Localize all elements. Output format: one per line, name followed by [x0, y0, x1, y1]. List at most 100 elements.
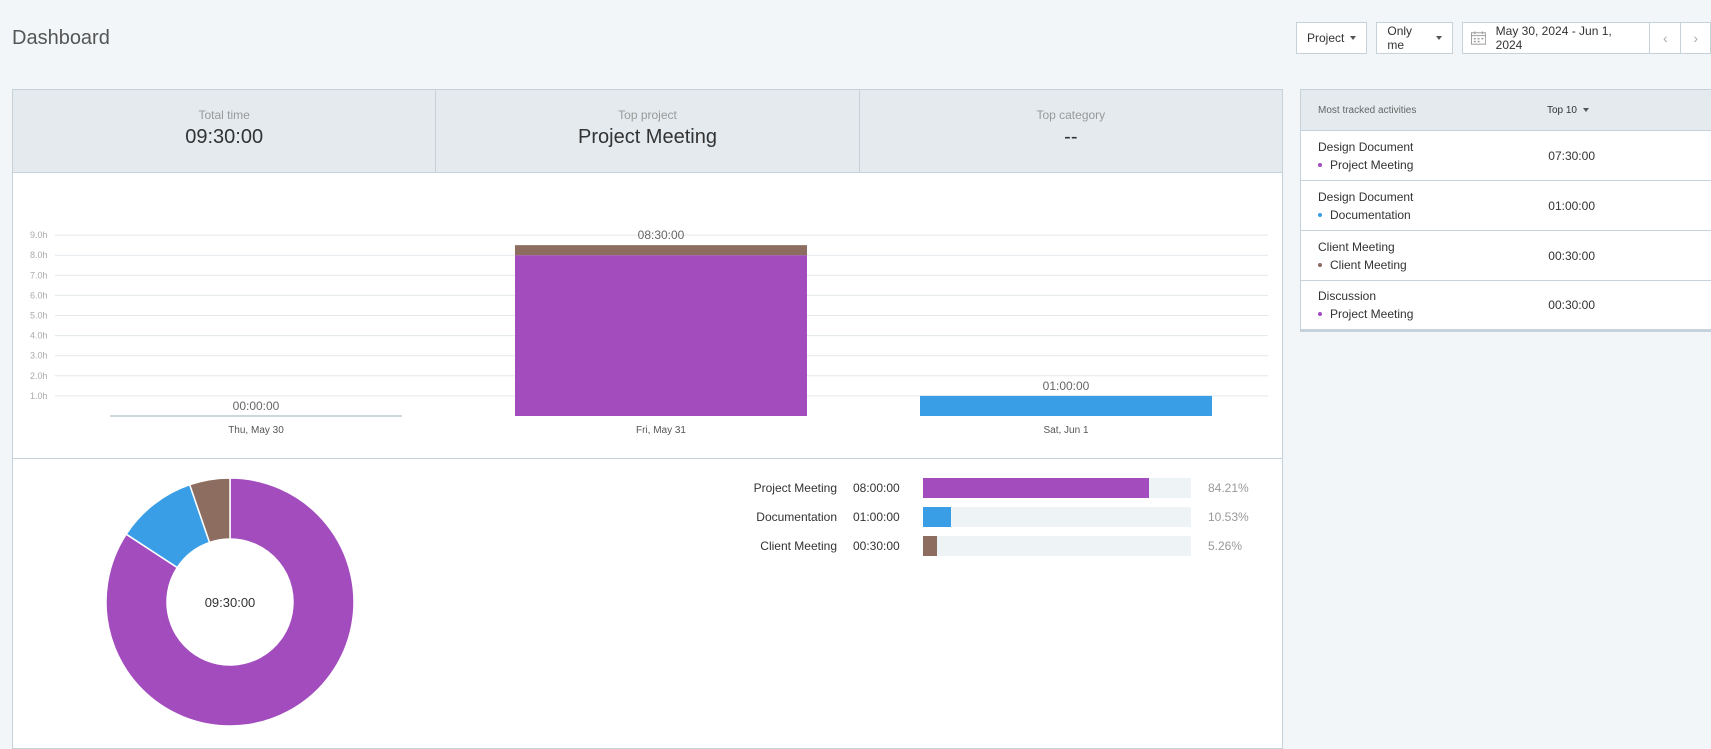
y-tick-label: 5.0h — [30, 311, 48, 321]
project-color-dot — [1318, 213, 1322, 217]
activity-info: Discussion Project Meeting — [1318, 289, 1413, 321]
most-tracked-activities-panel: Most tracked activities Top 10 Design Do… — [1300, 89, 1711, 332]
caret-down-icon — [1350, 36, 1356, 40]
dashboard-panel: Total time 09:30:00 Top project Project … — [12, 89, 1283, 749]
y-tick-label: 1.0h — [30, 391, 48, 401]
top-count-dropdown[interactable]: Top 10 — [1547, 105, 1589, 116]
breakdown-bar-fill — [923, 507, 951, 527]
date-range-picker: May 30, 2024 - Jun 1, 2024 ‹ › — [1462, 22, 1711, 54]
activity-project-name: Documentation — [1330, 208, 1411, 222]
activities-title: Most tracked activities — [1318, 105, 1416, 116]
activities-header: Most tracked activities Top 10 — [1301, 90, 1711, 131]
y-tick-label: 7.0h — [30, 270, 48, 280]
breakdown-time: 01:00:00 — [853, 510, 923, 524]
project-color-dot — [1318, 312, 1322, 316]
bar-total-label: 01:00:00 — [1043, 379, 1090, 393]
breakdown-time: 00:30:00 — [853, 539, 923, 553]
breakdown-row[interactable]: Project Meeting08:00:0084.21% — [673, 477, 1249, 499]
user-filter-dropdown[interactable]: Only me — [1376, 22, 1452, 54]
stat-label: Top project — [436, 108, 858, 122]
top-count-label: Top 10 — [1547, 105, 1577, 116]
bar-segment-client-meeting[interactable] — [515, 245, 807, 255]
stat-top-category: Top category -- — [860, 90, 1282, 172]
y-tick-label: 8.0h — [30, 250, 48, 260]
bar-segment-documentation[interactable] — [920, 396, 1212, 416]
activity-project-name: Client Meeting — [1330, 258, 1407, 272]
activity-item[interactable]: Discussion Project Meeting 00:30:00 — [1301, 281, 1711, 331]
previous-range-button[interactable]: ‹ — [1650, 23, 1681, 53]
daily-bar-chart: 1.0h 2.0h 3.0h 4.0h 5.0h 6.0h 7.0h 8.0h 9.0h 00:0… — [13, 173, 1282, 458]
activity-title: Client Meeting — [1318, 240, 1407, 254]
activity-time: 01:00:00 — [1548, 199, 1595, 213]
project-donut-chart: 09:30:00 — [105, 477, 355, 727]
bar-segment-project-meeting[interactable] — [515, 255, 807, 416]
breakdown-bar-track — [923, 478, 1191, 498]
caret-down-icon — [1583, 108, 1589, 112]
breakdown-row[interactable]: Client Meeting 00:30:00 5.26% — [673, 535, 1242, 557]
page-title: Dashboard — [12, 27, 110, 50]
x-tick-label: Thu, May 30 — [228, 425, 284, 436]
activity-time: 00:30:00 — [1548, 298, 1595, 312]
activity-item[interactable]: Design Document Project Meeting 07:30:00 — [1301, 131, 1711, 181]
y-tick-label: 6.0h — [30, 290, 48, 300]
x-tick-label: Sat, Jun 1 — [1043, 425, 1088, 436]
breakdown-project-name: Project Meeting — [673, 481, 837, 495]
group-by-label: Project — [1307, 31, 1344, 45]
next-range-button[interactable]: › — [1681, 23, 1710, 53]
breakdown-row[interactable]: Documentation 01:00:00 10.53% — [673, 506, 1249, 528]
date-range-label: May 30, 2024 - Jun 1, 2024 — [1496, 24, 1634, 52]
y-tick-label: 3.0h — [30, 351, 48, 361]
bar-total-label: 08:30:00 — [638, 228, 685, 242]
project-color-dot — [1318, 263, 1322, 267]
x-tick-label: Fri, May 31 — [636, 425, 686, 436]
activity-title: Design Document — [1318, 140, 1413, 154]
group-by-dropdown[interactable]: Project — [1296, 22, 1367, 54]
chevron-right-icon: › — [1693, 30, 1698, 46]
breakdown-percent: 5.26% — [1208, 539, 1242, 553]
activity-title: Discussion — [1318, 289, 1413, 303]
breakdown-bar-fill — [923, 478, 1149, 498]
activity-info: Design Document Documentation — [1318, 190, 1413, 222]
stat-label: Top category — [860, 108, 1282, 122]
stat-top-project: Top project Project Meeting — [436, 90, 859, 172]
breakdown-percent: 84.21% — [1208, 481, 1249, 495]
stat-total-time: Total time 09:30:00 — [13, 90, 436, 172]
activity-project-name: Project Meeting — [1330, 307, 1413, 321]
summary-stats: Total time 09:30:00 Top project Project … — [13, 90, 1282, 173]
activity-item[interactable]: Design Document Documentation 01:00:00 — [1301, 181, 1711, 231]
activity-project-name: Project Meeting — [1330, 158, 1413, 172]
breakdown-percent: 10.53% — [1208, 510, 1249, 524]
breakdown-bar-track — [923, 536, 1191, 556]
caret-down-icon — [1436, 36, 1442, 40]
activity-time: 00:30:00 — [1548, 249, 1595, 263]
project-color-dot — [1318, 163, 1322, 167]
daily-bar-chart-area: 1.0h 2.0h 3.0h 4.0h 5.0h 6.0h 7.0h 8.0h 9.0h 00:0… — [13, 173, 1282, 459]
stat-label: Total time — [13, 108, 435, 122]
activity-item[interactable]: Client Meeting Client Meeting 00:30:00 — [1301, 231, 1711, 281]
stat-value: -- — [860, 126, 1282, 149]
activity-project: Documentation — [1318, 208, 1413, 222]
breakdown-project-name: Documentation — [673, 510, 837, 524]
toolbar: Project Only me May 30, 2024 - Jun 1, 20… — [1296, 22, 1711, 54]
donut-center-label: 09:30:00 — [205, 595, 256, 610]
stat-value: 09:30:00 — [13, 126, 435, 149]
breakdown-project-name: Client Meeting — [673, 539, 837, 553]
stat-value: Project Meeting — [436, 126, 858, 149]
activity-project: Client Meeting — [1318, 258, 1407, 272]
activity-list: Design DocumentProject Meeting07:30:00De… — [1301, 131, 1711, 331]
user-filter-label: Only me — [1387, 24, 1429, 52]
project-breakdown: 09:30:00 Project Meeting08:00:0084.21% Do… — [13, 459, 1282, 749]
activity-project: Project Meeting — [1318, 158, 1413, 172]
breakdown-bar-track — [923, 507, 1191, 527]
y-tick-label: 9.0h — [30, 230, 48, 240]
y-tick-label: 2.0h — [30, 371, 48, 381]
breakdown-bar-fill — [923, 536, 937, 556]
bar-total-label: 00:00:00 — [233, 399, 280, 413]
date-range-button[interactable]: May 30, 2024 - Jun 1, 2024 — [1463, 23, 1651, 53]
chevron-left-icon: ‹ — [1663, 30, 1668, 46]
activity-time: 07:30:00 — [1548, 149, 1595, 163]
activity-project: Project Meeting — [1318, 307, 1413, 321]
y-tick-label: 4.0h — [30, 331, 48, 341]
activity-title: Design Document — [1318, 190, 1413, 204]
calendar-icon — [1471, 31, 1486, 45]
